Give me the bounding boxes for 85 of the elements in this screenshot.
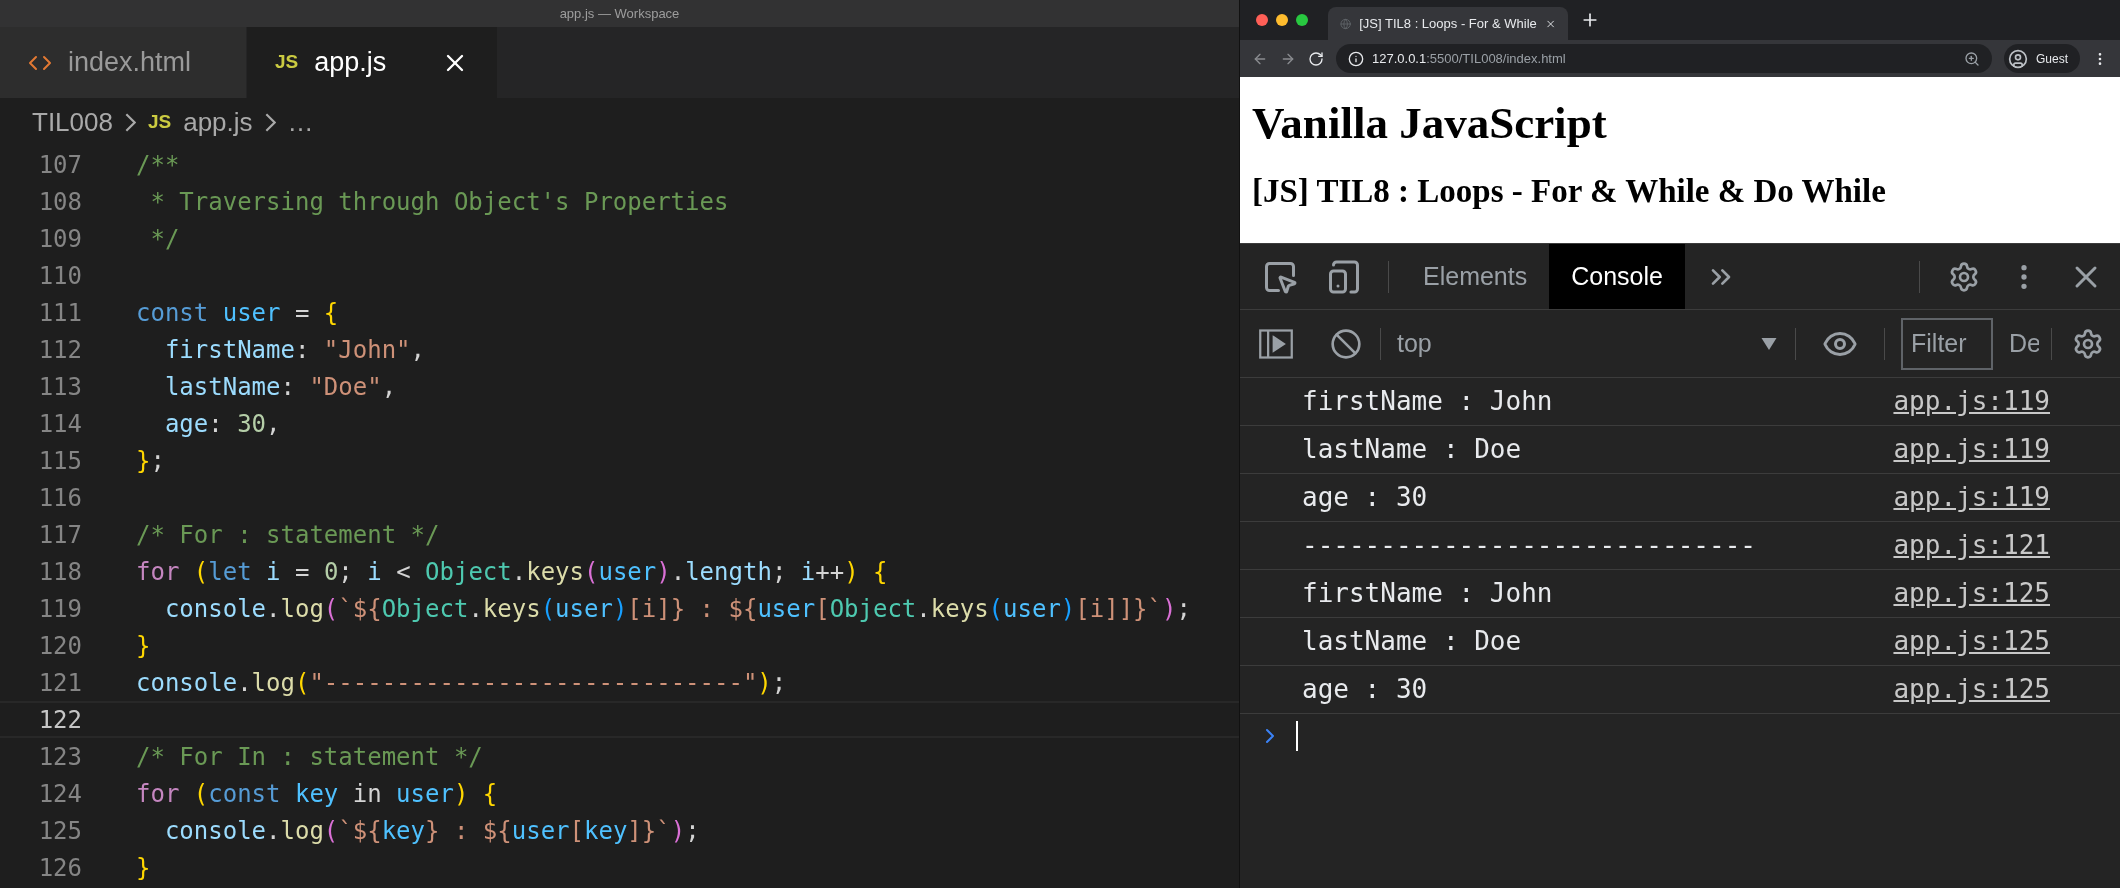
js-file-icon: JS [147,107,172,137]
line-number: 107 [37,149,82,181]
line-number: 124 [37,778,82,810]
source-link[interactable]: app.js:121 [1893,526,2050,565]
code-line: console.log(`${key} : ${user[key]}`); [163,815,700,847]
device-icon[interactable] [1326,258,1362,295]
log-text: firstName : John [1302,577,1553,610]
line-number: 115 [37,445,82,477]
settings-icon[interactable] [1948,260,1980,293]
tab-label: app.js [314,46,387,80]
filter-field[interactable]: Filter [1901,317,1993,370]
dropdown-triangle-icon[interactable] [1761,337,1777,350]
editor-tab[interactable]: JS app.js [247,27,497,98]
context-select[interactable]: top [1397,324,1432,363]
breadcrumb-item[interactable]: TIL008 [32,102,113,142]
tab-title: [JS] TIL8 : Loops - For & While [1359,14,1537,33]
source-link[interactable]: app.js:125 [1893,574,2050,613]
code-line: */ [149,223,180,255]
code-line: const user = { [136,297,339,329]
code-line: for (let i = 0; i < Object.keys(user).length; i++) { [136,556,888,588]
code-line: lastName: "Doe", [163,371,397,403]
code-line: firstName: "John", [163,334,425,366]
line-number: 119 [37,593,82,625]
code-line: for (const key in user) { [136,778,498,810]
chevron-icon [264,112,276,132]
line-number: 110 [37,260,82,292]
line-number: 114 [37,408,82,440]
clear-console-icon[interactable] [1330,327,1362,360]
code-line: * Traversing through Object's Properties [149,186,729,218]
log-text: age : 30 [1302,481,1428,514]
code-line: } [136,852,151,884]
avatar-icon [2008,48,2028,69]
log-text: age : 30 [1302,673,1428,706]
code-line: /* For In : statement */ [136,741,483,773]
line-number: 108 [37,186,82,218]
chevron-icon [124,112,136,132]
source-link[interactable]: app.js:119 [1893,478,2050,517]
page-subheading: [JS] TIL8 : Loops - For & While & Do While [1252,172,1887,212]
source-link[interactable]: app.js:125 [1893,622,2050,661]
devtools-tab[interactable]: Console [1549,244,1685,309]
url-text: 127.0.0.1:5500/TIL008/index.html [1372,49,1566,68]
reload-icon[interactable] [1308,50,1324,67]
profile-button[interactable]: Guest [2004,44,2080,73]
code-line: age: 30, [163,408,281,440]
line-number: 118 [37,556,82,588]
breadcrumb-item[interactable]: app.js [183,102,253,142]
devtools-tab[interactable]: Elements [1401,244,1550,309]
code-line: /* For : statement */ [136,519,440,551]
levels-dropdown[interactable]: De [2009,324,2039,363]
tab-label: index.html [68,46,192,80]
line-number: 111 [37,297,82,329]
source-link[interactable]: app.js:119 [1893,430,2050,469]
line-number: 126 [37,852,82,884]
text-cursor [1296,721,1298,751]
line-number: 122 [37,704,82,736]
code-line: console.log("-----------------------------"); [136,667,787,699]
log-text: lastName : Doe [1302,433,1522,466]
browser-tab[interactable]: [JS] TIL8 : Loops - For & While [1328,7,1568,40]
line-number: 121 [37,667,82,699]
info-icon [1348,50,1364,67]
js-file-icon: JS [275,48,299,77]
code-line: console.log(`${Object.keys(user)[i]} : ${user[Object.keys(user)[i]]}`); [163,593,1191,625]
line-number: 123 [37,741,82,773]
line-number: 117 [37,519,82,551]
code-line: } [136,630,151,662]
address-bar[interactable]: 127.0.0.1:5500/TIL008/index.html [1336,44,1992,73]
source-link[interactable]: app.js:119 [1893,382,2050,421]
line-number: 109 [37,223,82,255]
zoom-icon[interactable] [1964,50,1980,67]
page-heading: Vanilla JavaScript [1252,97,1608,150]
line-number: 120 [37,630,82,662]
line-number: 116 [37,482,82,514]
line-number: 112 [37,334,82,366]
line-number: 125 [37,815,82,847]
code-line: /** [136,149,180,181]
source-link[interactable]: app.js:125 [1893,670,2050,709]
settings-icon[interactable] [2072,327,2104,360]
code-line: }; [136,445,165,477]
log-text: ----------------------------- [1302,529,1756,562]
log-text: lastName : Doe [1302,625,1522,658]
window-title: app.js — Workspace [559,4,680,23]
line-number: 113 [37,371,82,403]
breadcrumb-item[interactable]: … [287,102,314,142]
editor-tab[interactable]: index.html [0,27,247,98]
log-text: firstName : John [1302,385,1553,418]
